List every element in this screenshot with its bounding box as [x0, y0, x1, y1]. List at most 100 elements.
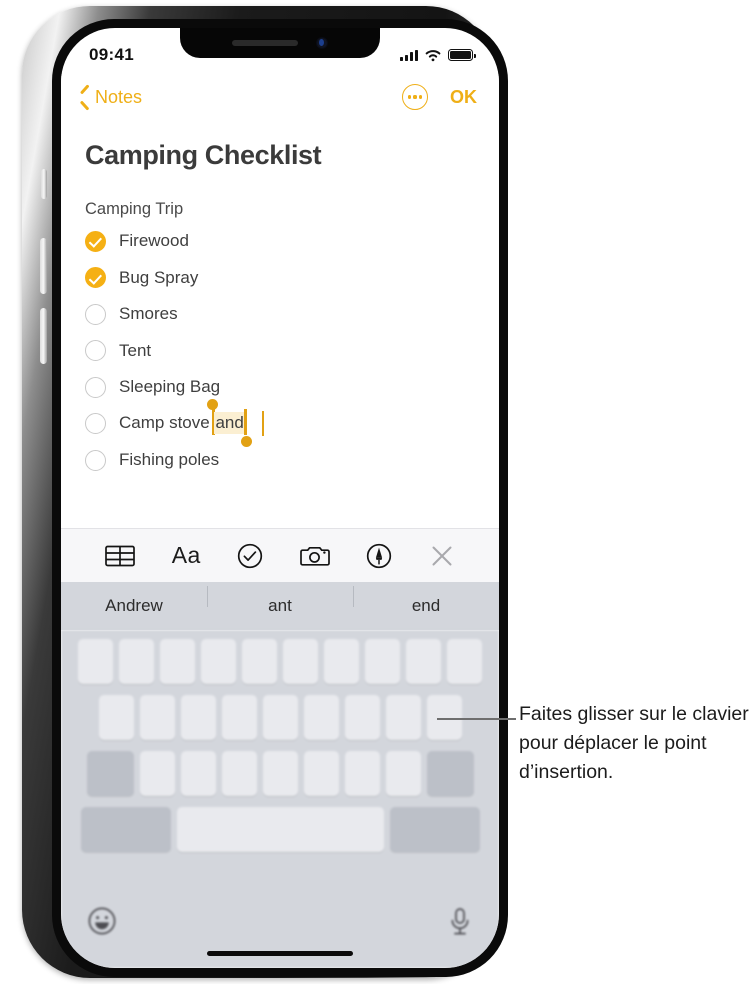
- key[interactable]: [221, 751, 257, 796]
- close-x-icon[interactable]: [429, 543, 455, 569]
- text-caret: [261, 411, 265, 437]
- front-camera-icon: [316, 37, 328, 49]
- key[interactable]: [344, 751, 380, 796]
- table-icon[interactable]: [105, 544, 136, 568]
- suggestion-chip[interactable]: ant: [207, 586, 353, 616]
- key[interactable]: [303, 751, 339, 796]
- wifi-icon: [425, 49, 441, 61]
- list-item-label: Bug Spray: [119, 267, 199, 287]
- space-key[interactable]: [176, 807, 384, 852]
- phone-frame: 09:41 Notes OK Camping Checklist Camping…: [22, 6, 508, 978]
- checkbox-icon[interactable]: [85, 340, 106, 362]
- list-item[interactable]: Firewood: [85, 223, 475, 260]
- checkbox-checked-icon[interactable]: [85, 230, 106, 252]
- page-title: Camping Checklist: [85, 140, 322, 170]
- checkbox-icon[interactable]: [85, 303, 106, 325]
- emoji-smiley-icon[interactable]: [87, 906, 117, 936]
- key[interactable]: [201, 639, 236, 684]
- silent-switch[interactable]: [41, 169, 47, 199]
- shift-key[interactable]: [86, 751, 134, 796]
- key[interactable]: [139, 695, 175, 740]
- key[interactable]: [160, 639, 195, 684]
- screenshot-root: 09:41 Notes OK Camping Checklist Camping…: [0, 0, 750, 984]
- keyboard-row-1: [61, 639, 499, 684]
- key[interactable]: [447, 639, 482, 684]
- key[interactable]: [221, 695, 257, 740]
- key[interactable]: [180, 751, 216, 796]
- callout-leader-line: [437, 718, 516, 721]
- key[interactable]: [78, 639, 113, 684]
- volume-up-button[interactable]: [40, 238, 47, 294]
- format-toolbar: Aa: [61, 528, 499, 582]
- key[interactable]: [98, 695, 134, 740]
- list-item-label: Firewood: [119, 231, 189, 251]
- note-body: Camping Checklist Camping Trip Firewood …: [61, 120, 499, 479]
- notch: [180, 28, 380, 58]
- key[interactable]: [262, 695, 298, 740]
- status-indicators: [400, 49, 476, 62]
- keyboard-row-3: [61, 751, 499, 796]
- key[interactable]: [139, 751, 175, 796]
- list-item[interactable]: Tent: [85, 333, 475, 370]
- key[interactable]: [262, 751, 298, 796]
- battery-icon: [448, 49, 476, 61]
- more-ellipsis-icon[interactable]: [402, 84, 428, 110]
- checkbox-icon[interactable]: [85, 413, 106, 435]
- list-item[interactable]: Fishing poles: [85, 442, 475, 479]
- list-item[interactable]: Sleeping Bag: [85, 369, 475, 406]
- checkbox-icon[interactable]: [85, 376, 106, 398]
- done-button[interactable]: OK: [450, 87, 477, 108]
- callout-text: Faites glisser sur le clavier pour dépla…: [519, 703, 749, 783]
- markup-pen-icon[interactable]: [366, 543, 392, 569]
- key[interactable]: [180, 695, 216, 740]
- text-style-button[interactable]: Aa: [172, 542, 201, 569]
- keyboard-row-4: [61, 807, 499, 852]
- list-item[interactable]: Smores: [85, 296, 475, 333]
- key[interactable]: [344, 695, 380, 740]
- volume-down-button[interactable]: [40, 308, 47, 364]
- numbers-key[interactable]: [80, 807, 171, 852]
- list-item-label: Fishing poles: [119, 450, 220, 470]
- earpiece-speaker: [232, 40, 298, 46]
- checkmark-circle-icon[interactable]: [237, 543, 263, 569]
- chevron-left-icon: [79, 88, 90, 106]
- checklist: Firewood Bug Spray Smores Tent Sleeping …: [85, 223, 475, 479]
- key[interactable]: [385, 751, 421, 796]
- key[interactable]: [303, 695, 339, 740]
- checkbox-icon[interactable]: [85, 449, 106, 471]
- note-section-heading: Camping Trip: [85, 200, 184, 218]
- list-item-label: Smores: [119, 304, 178, 324]
- list-item-label: Tent: [119, 340, 152, 360]
- camera-icon[interactable]: [299, 544, 330, 568]
- keyboard-bottom-bar: [61, 896, 499, 968]
- status-time: 09:41: [89, 45, 134, 64]
- key[interactable]: [283, 639, 318, 684]
- microphone-icon[interactable]: [447, 906, 473, 938]
- list-item-label: Camp stove and: [119, 399, 265, 448]
- key[interactable]: [324, 639, 359, 684]
- key[interactable]: [385, 695, 421, 740]
- checkbox-checked-icon[interactable]: [85, 267, 106, 289]
- navigation-bar: Notes OK: [61, 74, 499, 120]
- selection-handle-start[interactable]: [207, 399, 219, 411]
- list-item-editing[interactable]: Camp stove and: [85, 399, 475, 448]
- editing-prefix-text: Camp stove: [119, 413, 215, 433]
- selection-bar-right: [244, 409, 247, 436]
- delete-key[interactable]: [426, 751, 474, 796]
- predictive-text-bar: Andrew ant end: [61, 582, 499, 630]
- suggestion-chip[interactable]: end: [353, 586, 499, 616]
- back-to-notes-button[interactable]: Notes: [79, 87, 142, 108]
- list-item-label: Sleeping Bag: [119, 377, 221, 397]
- onscreen-keyboard[interactable]: [61, 630, 499, 968]
- key[interactable]: [242, 639, 277, 684]
- key[interactable]: [119, 639, 154, 684]
- list-item[interactable]: Bug Spray: [85, 260, 475, 297]
- key[interactable]: [365, 639, 400, 684]
- text-selection[interactable]: and: [207, 399, 252, 448]
- key[interactable]: [406, 639, 441, 684]
- home-indicator[interactable]: [207, 951, 353, 956]
- return-key[interactable]: [389, 807, 480, 852]
- keyboard-row-2: [61, 695, 499, 740]
- suggestion-chip[interactable]: Andrew: [61, 596, 207, 616]
- back-button-label: Notes: [95, 86, 143, 107]
